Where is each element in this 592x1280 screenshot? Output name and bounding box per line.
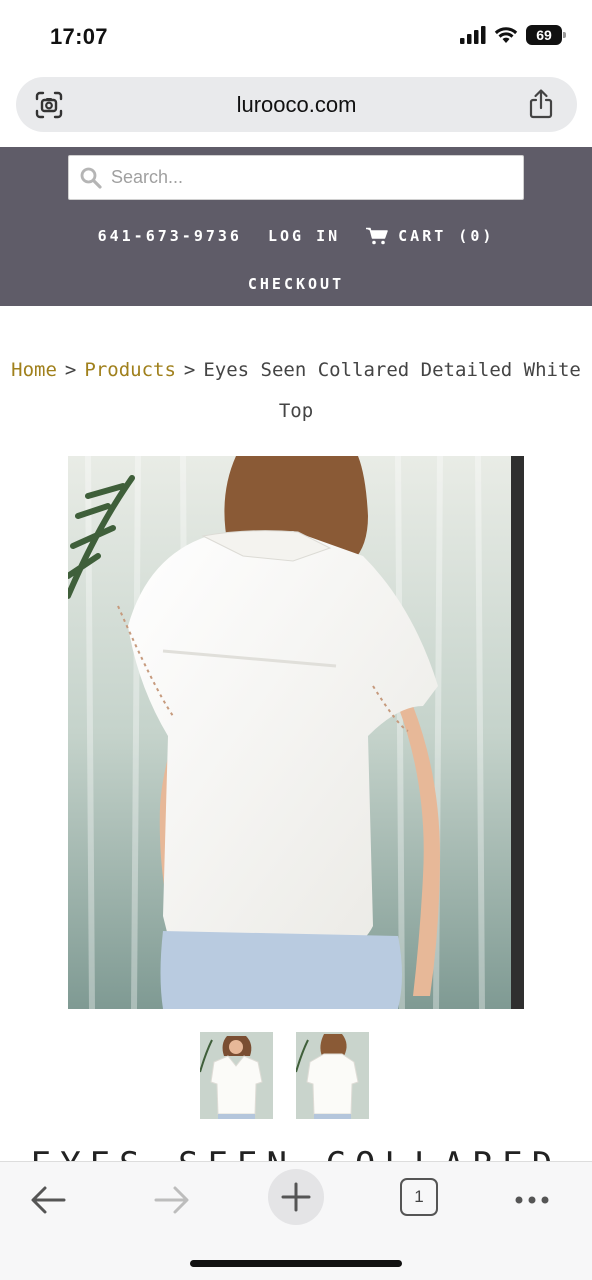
breadcrumb-home-link[interactable]: Home bbox=[11, 359, 57, 381]
plus-icon bbox=[281, 1182, 311, 1212]
site-header: 641-673-9736 LOG IN CART (0) CHECKOUT bbox=[0, 147, 592, 306]
breadcrumb: Home > Products > Eyes Seen Collared Detaile… bbox=[0, 350, 592, 432]
search-icon bbox=[80, 167, 102, 189]
checkout-link[interactable]: CHECKOUT bbox=[0, 275, 592, 293]
header-nav: 641-673-9736 LOG IN CART (0) bbox=[0, 227, 592, 245]
product-thumbnail-front[interactable] bbox=[200, 1032, 273, 1119]
product-title: EYES SEEN COLLARED bbox=[0, 1142, 592, 1162]
url-text[interactable]: lurooco.com bbox=[237, 92, 357, 118]
back-button[interactable] bbox=[26, 1178, 70, 1222]
battery-level: 69 bbox=[536, 27, 552, 43]
status-icons: 69 bbox=[460, 25, 566, 45]
arrow-right-icon bbox=[154, 1186, 189, 1214]
breadcrumb-current: Eyes Seen Collared Detailed White Top bbox=[203, 359, 581, 422]
breadcrumb-separator: > bbox=[183, 359, 196, 381]
search-input[interactable] bbox=[111, 167, 501, 188]
address-bar[interactable]: lurooco.com bbox=[16, 77, 577, 132]
cart-icon bbox=[366, 227, 388, 245]
wifi-icon bbox=[494, 27, 518, 43]
tab-switcher-button[interactable]: 1 bbox=[400, 1178, 438, 1216]
login-link[interactable]: LOG IN bbox=[268, 227, 340, 245]
tab-count: 1 bbox=[414, 1187, 424, 1206]
thumbnail-front-photo bbox=[200, 1032, 273, 1119]
product-photo-back-view bbox=[68, 456, 524, 1009]
share-icon[interactable] bbox=[527, 88, 555, 120]
status-time: 17:07 bbox=[50, 24, 108, 49]
battery-icon: 69 bbox=[526, 25, 566, 45]
new-tab-button[interactable] bbox=[268, 1169, 324, 1225]
phone-link[interactable]: 641-673-9736 bbox=[98, 227, 242, 245]
more-menu-button[interactable] bbox=[510, 1178, 554, 1222]
more-dots-icon bbox=[515, 1196, 549, 1204]
cart-link[interactable]: CART (0) bbox=[366, 227, 494, 245]
home-indicator bbox=[190, 1260, 402, 1267]
cart-label: CART (0) bbox=[398, 227, 495, 245]
breadcrumb-separator: > bbox=[64, 359, 77, 381]
signal-icon bbox=[460, 26, 486, 44]
visual-search-icon[interactable] bbox=[34, 90, 64, 120]
product-thumbnail-back[interactable] bbox=[296, 1032, 369, 1119]
status-bar: 17:07 69 bbox=[0, 0, 592, 72]
thumbnail-back-photo bbox=[296, 1032, 369, 1119]
breadcrumb-products-link[interactable]: Products bbox=[84, 359, 176, 381]
forward-button[interactable] bbox=[150, 1178, 194, 1222]
product-main-image[interactable] bbox=[68, 456, 524, 1009]
arrow-left-icon bbox=[31, 1186, 66, 1214]
search-box[interactable] bbox=[68, 155, 524, 200]
